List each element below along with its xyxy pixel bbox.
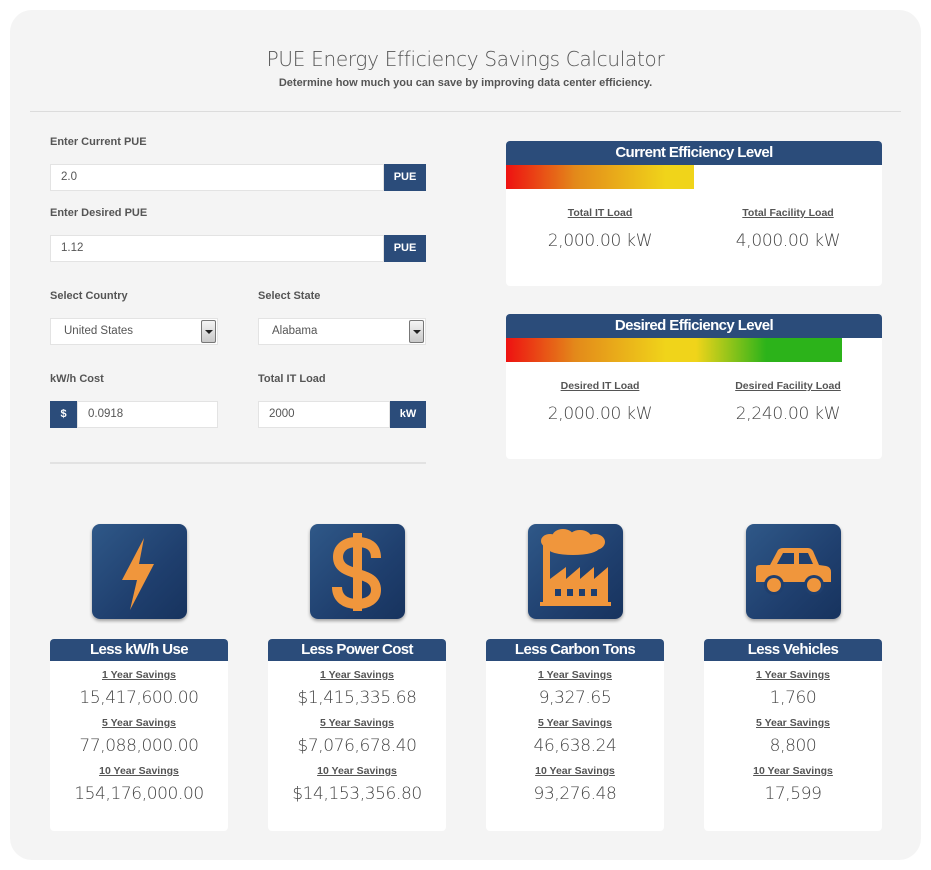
- header-divider: [30, 111, 901, 112]
- one-year-value: 15,417,600.00: [79, 688, 199, 708]
- country-select[interactable]: United States: [50, 318, 218, 345]
- ten-year-value: 93,276.48: [533, 784, 617, 804]
- total-it-load-value: 2,000.00 kW: [547, 231, 653, 251]
- desired-it-load-label: Desired IT Load: [560, 380, 640, 392]
- power-cost-savings-title: Less Power Cost: [268, 639, 446, 661]
- lightning-bolt-icon: [92, 524, 187, 619]
- state-label: Select State: [258, 290, 321, 302]
- state-select[interactable]: Alabama: [258, 318, 426, 345]
- current-pue-label: Enter Current PUE: [50, 136, 147, 148]
- current-efficiency-card: Current Efficiency Level Total IT Load 2…: [506, 141, 882, 286]
- dollar-prefix: $: [50, 401, 77, 428]
- car-icon: [746, 524, 841, 619]
- five-year-label: 5 Year Savings: [320, 717, 394, 729]
- kwh-savings-title: Less kW/h Use: [50, 639, 228, 661]
- chevron-down-icon[interactable]: [409, 320, 424, 343]
- five-year-label: 5 Year Savings: [756, 717, 830, 729]
- ten-year-label: 10 Year Savings: [317, 765, 397, 777]
- desired-efficiency-bar: [506, 338, 842, 362]
- chevron-down-icon[interactable]: [201, 320, 216, 343]
- kwh-cost-label: kW/h Cost: [50, 373, 104, 385]
- total-facility-load-value: 4,000.00 kW: [735, 231, 841, 251]
- current-pue-addon: PUE: [384, 164, 426, 191]
- five-year-label: 5 Year Savings: [538, 717, 612, 729]
- it-load-addon: kW: [390, 401, 426, 428]
- current-efficiency-bar: [506, 165, 694, 189]
- kwh-savings-card: Less kW/h Use 1 Year Savings 15,417,600.0…: [50, 639, 228, 831]
- ten-year-value: $14,153,356.80: [292, 784, 422, 804]
- one-year-label: 1 Year Savings: [102, 669, 176, 681]
- desired-pue-label: Enter Desired PUE: [50, 207, 148, 219]
- desired-pue-addon: PUE: [384, 235, 426, 262]
- five-year-value: 46,638.24: [533, 736, 617, 756]
- current-efficiency-title: Current Efficiency Level: [506, 141, 882, 165]
- one-year-value: $1,415,335.68: [297, 688, 417, 708]
- calculator-panel: PUE Energy Efficiency Savings Calculator…: [10, 10, 921, 860]
- vehicle-savings-card: Less Vehicles 1 Year Savings 1,760 5 Year…: [704, 639, 882, 831]
- it-load-input[interactable]: 2000: [258, 401, 390, 428]
- kwh-cost-input[interactable]: 0.0918: [77, 401, 218, 428]
- page-title: PUE Energy Efficiency Savings Calculator: [266, 47, 665, 71]
- one-year-value: 1,760: [769, 688, 817, 708]
- desired-efficiency-card: Desired Efficiency Level Desired IT Load…: [506, 314, 882, 459]
- five-year-label: 5 Year Savings: [102, 717, 176, 729]
- one-year-value: 9,327.65: [538, 688, 612, 708]
- vehicle-savings-title: Less Vehicles: [704, 639, 882, 661]
- it-load-label: Total IT Load: [258, 373, 326, 385]
- current-pue-input[interactable]: 2.0: [50, 164, 384, 191]
- one-year-label: 1 Year Savings: [538, 669, 612, 681]
- one-year-label: 1 Year Savings: [756, 669, 830, 681]
- power-cost-savings-card: Less Power Cost 1 Year Savings $1,415,335…: [268, 639, 446, 831]
- ten-year-value: 154,176,000.00: [74, 784, 204, 804]
- desired-facility-load-value: 2,240.00 kW: [735, 404, 841, 424]
- five-year-value: $7,076,678.40: [297, 736, 417, 756]
- form-divider: [50, 462, 426, 464]
- ten-year-label: 10 Year Savings: [99, 765, 179, 777]
- ten-year-label: 10 Year Savings: [753, 765, 833, 777]
- state-select-value: Alabama: [272, 325, 318, 337]
- ten-year-value: 17,599: [764, 784, 822, 804]
- desired-efficiency-meter: [506, 338, 882, 362]
- country-select-value: United States: [64, 325, 134, 337]
- desired-pue-input[interactable]: 1.12: [50, 235, 384, 262]
- page-subtitle: Determine how much you can save by impro…: [278, 77, 653, 89]
- desired-efficiency-title: Desired Efficiency Level: [506, 314, 882, 338]
- carbon-savings-card: Less Carbon Tons 1 Year Savings 9,327.65 …: [486, 639, 664, 831]
- one-year-label: 1 Year Savings: [320, 669, 394, 681]
- carbon-savings-title: Less Carbon Tons: [486, 639, 664, 661]
- ten-year-label: 10 Year Savings: [535, 765, 615, 777]
- five-year-value: 8,800: [769, 736, 817, 756]
- total-it-load-label: Total IT Load: [567, 207, 633, 219]
- five-year-value: 77,088,000.00: [79, 736, 199, 756]
- country-label: Select Country: [50, 290, 128, 302]
- desired-facility-load-label: Desired Facility Load: [735, 380, 841, 392]
- total-facility-load-label: Total Facility Load: [742, 207, 834, 219]
- factory-icon: [528, 524, 623, 619]
- dollar-sign-icon: [310, 524, 405, 619]
- desired-it-load-value: 2,000.00 kW: [547, 404, 653, 424]
- current-efficiency-meter: [506, 165, 882, 189]
